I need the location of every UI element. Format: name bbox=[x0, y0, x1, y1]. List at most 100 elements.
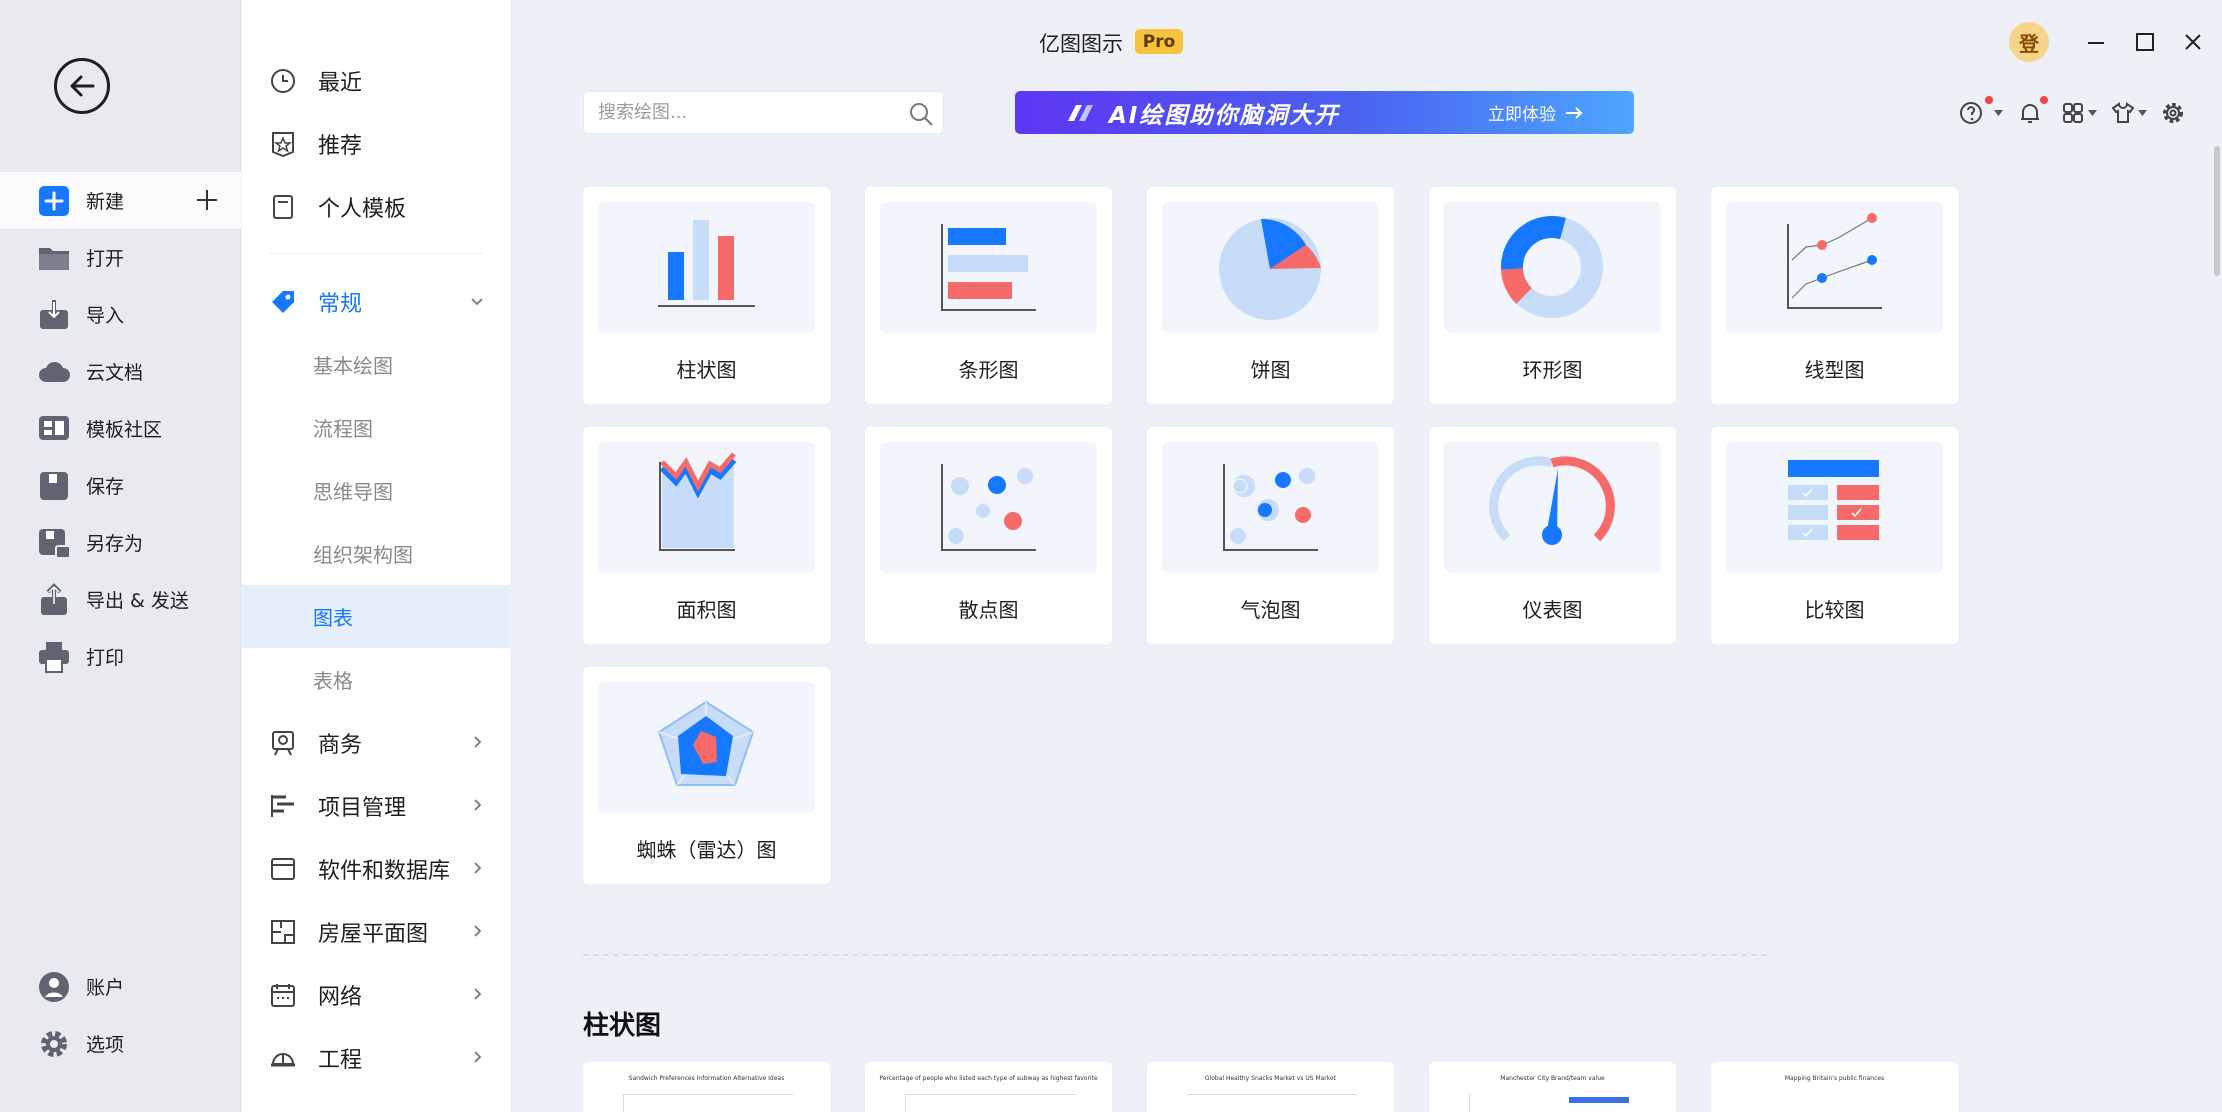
hard-hat-icon bbox=[268, 1043, 298, 1073]
category-label: 常规 bbox=[318, 291, 363, 317]
chart-card-label: 饼图 bbox=[1250, 358, 1291, 382]
radar-chart-icon bbox=[657, 700, 755, 786]
menu-import[interactable]: 导入 bbox=[0, 286, 241, 343]
main-scrollbar[interactable] bbox=[2214, 146, 2220, 276]
category-floor-plan[interactable]: 房屋平面图 bbox=[242, 900, 510, 963]
bell-icon[interactable] bbox=[2017, 100, 2043, 126]
print-icon bbox=[36, 639, 72, 675]
menu-open[interactable]: 打开 bbox=[0, 229, 241, 286]
caret-down-icon[interactable] bbox=[2138, 110, 2147, 116]
template-card[interactable]: Sandwich Preferences Information Alterna… bbox=[583, 1062, 830, 1112]
back-button[interactable] bbox=[54, 58, 110, 114]
search-input[interactable] bbox=[584, 92, 884, 133]
menu-label: 另存为 bbox=[86, 533, 144, 555]
caret-down-icon[interactable] bbox=[2088, 110, 2097, 116]
export-icon bbox=[36, 582, 72, 618]
template-bar bbox=[1569, 1097, 1629, 1103]
avatar[interactable]: 登 bbox=[2009, 22, 2049, 62]
category-recent[interactable]: 最近 bbox=[242, 49, 510, 112]
chart-card-label: 仪表图 bbox=[1522, 598, 1583, 622]
template-card[interactable]: Global Healthy Snacks Market vs US Marke… bbox=[1147, 1062, 1394, 1112]
menu-template-community[interactable]: 模板社区 bbox=[0, 400, 241, 457]
chart-card-pie[interactable]: 饼图 bbox=[1147, 187, 1394, 404]
subcategory-org-chart[interactable]: 组织架构图 bbox=[242, 522, 510, 585]
subcategory-charts[interactable]: 图表 bbox=[242, 585, 510, 648]
section-title: 柱状图 bbox=[583, 1011, 662, 1041]
chart-card-radar[interactable]: 蜘蛛（雷达）图 bbox=[583, 667, 830, 884]
caret-down-icon[interactable] bbox=[1994, 110, 2003, 116]
menu-account[interactable]: 账户 bbox=[0, 958, 241, 1015]
menu-new[interactable]: 新建 bbox=[0, 172, 241, 229]
template-title: Sandwich Preferences Information Alterna… bbox=[628, 1075, 785, 1082]
maximize-icon[interactable] bbox=[2131, 28, 2159, 56]
chart-card-area[interactable]: 面积图 bbox=[583, 427, 830, 644]
menu-save-as[interactable]: 另存为 bbox=[0, 514, 241, 571]
chart-card-column[interactable]: 柱状图 bbox=[583, 187, 830, 404]
category-recommended[interactable]: 推荐 bbox=[242, 112, 510, 175]
category-general[interactable]: 常规 bbox=[242, 270, 510, 333]
ai-banner[interactable]: AI绘图助你脑洞大开 立即体验 bbox=[1015, 91, 1634, 134]
chevron-right-icon bbox=[474, 925, 482, 937]
plus-icon[interactable] bbox=[193, 186, 221, 214]
category-label: 网络 bbox=[318, 984, 363, 1010]
chart-thumbnail bbox=[598, 682, 815, 813]
chart-card-bubble[interactable]: 气泡图 bbox=[1147, 427, 1394, 644]
category-network[interactable]: 网络 bbox=[242, 963, 510, 1026]
category-software-database[interactable]: 软件和数据库 bbox=[242, 837, 510, 900]
help-icon[interactable] bbox=[1958, 100, 1984, 126]
category-business[interactable]: 商务 bbox=[242, 711, 510, 774]
backstage-sidebar: 新建 打开 导入 云文档 模板社区 保存 另存为 导出 & 发送 打印 账户 选… bbox=[0, 0, 241, 1112]
chart-card-donut[interactable]: 环形图 bbox=[1429, 187, 1676, 404]
chart-card-gauge[interactable]: 仪表图 bbox=[1429, 427, 1676, 644]
chart-card-comparison[interactable]: 比较图 bbox=[1711, 427, 1958, 644]
template-card[interactable]: Manchester City Brand/team value bbox=[1429, 1062, 1676, 1112]
menu-options[interactable]: 选项 bbox=[0, 1015, 241, 1072]
category-project-management[interactable]: 项目管理 bbox=[242, 774, 510, 837]
chart-card-bar[interactable]: 条形图 bbox=[865, 187, 1112, 404]
line-chart-icon bbox=[1787, 213, 1882, 309]
search-icon[interactable] bbox=[907, 100, 935, 128]
window-icon bbox=[268, 854, 298, 884]
banner-cta[interactable]: 立即体验 bbox=[1488, 100, 1584, 125]
chevron-down-icon[interactable] bbox=[468, 292, 486, 310]
gauge-chart-icon bbox=[1489, 456, 1615, 545]
chart-card-line[interactable]: 线型图 bbox=[1711, 187, 1958, 404]
menu-label: 新建 bbox=[86, 191, 125, 213]
chart-thumbnail bbox=[880, 202, 1097, 333]
menu-export-send[interactable]: 导出 & 发送 bbox=[0, 571, 241, 628]
apps-grid-icon[interactable] bbox=[2060, 100, 2086, 126]
close-icon[interactable] bbox=[2179, 28, 2207, 56]
skin-tshirt-icon[interactable] bbox=[2110, 100, 2136, 126]
menu-cloud[interactable]: 云文档 bbox=[0, 343, 241, 400]
scatter-chart-icon bbox=[941, 464, 1036, 551]
chart-card-label: 环形图 bbox=[1522, 358, 1583, 382]
minimize-icon[interactable] bbox=[2082, 28, 2110, 56]
menu-save[interactable]: 保存 bbox=[0, 457, 241, 514]
chart-card-label: 蜘蛛（雷达）图 bbox=[636, 838, 777, 862]
subcategory-flowchart[interactable]: 流程图 bbox=[242, 396, 510, 459]
subcategory-tables[interactable]: 表格 bbox=[242, 648, 510, 711]
template-card[interactable]: Percentage of people who listed each typ… bbox=[865, 1062, 1112, 1112]
subcategory-mind-map[interactable]: 思维导图 bbox=[242, 459, 510, 522]
tag-icon bbox=[268, 287, 298, 317]
import-icon bbox=[36, 297, 72, 333]
template-card[interactable]: Mapping Britain's public finances bbox=[1711, 1062, 1958, 1112]
subcategory-basic-drawing[interactable]: 基本绘图 bbox=[242, 333, 510, 396]
menu-print[interactable]: 打印 bbox=[0, 628, 241, 685]
chart-card-scatter[interactable]: 散点图 bbox=[865, 427, 1112, 644]
settings-gear-icon[interactable] bbox=[2160, 100, 2186, 126]
category-engineering[interactable]: 工程 bbox=[242, 1026, 510, 1089]
category-personal-templates[interactable]: 个人模板 bbox=[242, 175, 510, 238]
chart-card-label: 线型图 bbox=[1804, 358, 1865, 382]
app-title: 亿图图示 bbox=[1039, 32, 1123, 56]
comparison-chart-icon bbox=[1788, 460, 1879, 540]
menu-label: 导出 & 发送 bbox=[86, 590, 189, 612]
menu-label: 打印 bbox=[86, 647, 125, 669]
template-axis bbox=[623, 1094, 624, 1112]
template-axis bbox=[905, 1094, 1075, 1095]
chart-thumbnail bbox=[1444, 442, 1661, 573]
floor-plan-icon bbox=[268, 917, 298, 947]
divider bbox=[268, 253, 484, 254]
category-label: 个人模板 bbox=[318, 196, 407, 222]
template-axis bbox=[1469, 1094, 1470, 1112]
